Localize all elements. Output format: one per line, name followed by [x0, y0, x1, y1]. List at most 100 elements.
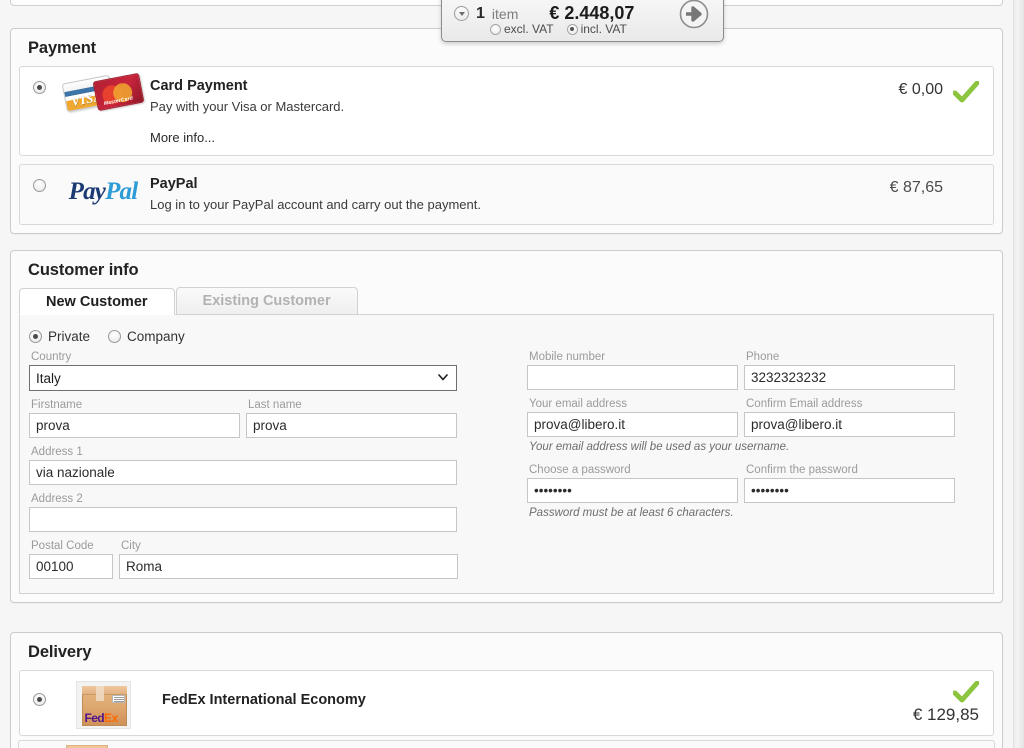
payment-card-check-icon — [953, 81, 979, 103]
password-pair: Choose a password Confirm the password — [527, 463, 960, 503]
fedex-logo-text-b: Ex — [104, 711, 118, 725]
mobile-number-label: Mobile number — [529, 351, 606, 363]
tab-existing-customer[interactable]: Existing Customer — [175, 287, 358, 314]
confirm-password-input[interactable] — [744, 478, 955, 503]
paypal-logo-icon: PayPal — [68, 177, 139, 207]
checkout-page: Payment VISA MasterCard Card Payment Pay… — [0, 0, 1024, 748]
email-username-hint: Your email address will be used as your … — [529, 441, 790, 453]
fedex-box-icon: FedEx — [75, 681, 131, 729]
payment-paypal-radio-cell[interactable] — [20, 165, 58, 192]
form-column-left: Country Italy Firstname prova Last name … — [20, 350, 490, 579]
form-columns: Country Italy Firstname prova Last name … — [20, 350, 993, 579]
customer-type-company-radio[interactable] — [108, 330, 122, 343]
customer-info-panel: Customer info New Customer Existing Cust… — [10, 250, 1003, 603]
delivery-fedex-name: FedEx International Economy — [162, 692, 366, 708]
mini-cart-widget: 1 item € 2.448,07 excl. VAT incl. VAT — [441, 0, 724, 42]
payment-paypal-description: Log in to your PayPal account and carry … — [150, 197, 481, 212]
country-select-wrap[interactable]: Italy — [29, 365, 457, 391]
payment-card-radio[interactable] — [32, 81, 46, 94]
visa-mastercard-logo-cell: VISA MasterCard — [58, 67, 148, 113]
arrow-right-icon[interactable] — [679, 0, 709, 29]
payment-paypal-price-cell: € 87,65 — [803, 165, 993, 207]
customer-type-row: Private Company — [20, 325, 993, 350]
country-label: Country — [31, 351, 72, 363]
new-customer-form: Private Company Country Italy Firstname … — [19, 315, 994, 594]
email-input[interactable] — [527, 412, 738, 437]
payment-card-text: Card Payment Pay with your Visa or Maste… — [148, 67, 803, 155]
visa-mastercard-icon: VISA MasterCard — [61, 72, 145, 113]
phone-input[interactable] — [744, 365, 955, 390]
address1-input[interactable] — [29, 460, 457, 485]
mini-cart-vat-options: excl. VAT incl. VAT — [490, 22, 635, 36]
customer-type-company-label: Company — [127, 329, 185, 344]
chevron-down-icon[interactable] — [454, 6, 469, 21]
fedex-logo-cell: FedEx — [58, 671, 148, 729]
confirm-email-input[interactable] — [744, 412, 955, 437]
email-label: Your email address — [529, 398, 628, 410]
delivery-fedex-text: FedEx International Economy — [148, 671, 803, 720]
postal-city-pair: Postal Code City — [29, 539, 490, 579]
delivery-option-next-partial[interactable] — [18, 740, 995, 748]
form-column-right: Mobile number Phone Your email address — [490, 350, 960, 579]
customer-type-company[interactable]: Company — [108, 329, 185, 344]
customer-type-private-radio[interactable] — [29, 330, 42, 343]
mini-cart-total: € 2.448,07 — [549, 3, 635, 23]
phone-pair: Mobile number Phone — [527, 350, 960, 390]
delivery-fedex-price: € 129,85 — [912, 705, 979, 724]
postal-code-label: Postal Code — [31, 540, 94, 552]
delivery-fedex-radio[interactable] — [32, 693, 46, 706]
choose-password-label: Choose a password — [529, 464, 631, 476]
payment-card-description: Pay with your Visa or Mastercard. — [150, 99, 345, 114]
customer-type-private[interactable]: Private — [29, 329, 90, 344]
lastname-label: Last name — [248, 399, 302, 411]
tab-new-customer[interactable]: New Customer — [19, 288, 175, 315]
fedex-logo-text-a: Fed — [84, 711, 105, 725]
payment-card-radio-cell[interactable] — [20, 67, 58, 94]
firstname-input[interactable] — [29, 413, 240, 438]
delivery-title: Delivery — [28, 643, 92, 661]
delivery-fedex-check-icon — [953, 681, 979, 703]
mini-cart-item-unit: item — [491, 5, 519, 22]
payment-card-more-info-link[interactable]: More info... — [150, 130, 803, 145]
address1-label: Address 1 — [31, 446, 83, 458]
city-input[interactable] — [119, 554, 458, 579]
postal-code-input[interactable] — [29, 554, 113, 579]
payment-option-paypal[interactable]: PayPal PayPal Log in to your PayPal acco… — [19, 164, 994, 225]
customer-info-title: Customer info — [28, 261, 139, 279]
vat-excl-radio[interactable] — [490, 23, 501, 35]
paypal-logo-cell: PayPal — [58, 165, 148, 207]
phone-label: Phone — [746, 351, 780, 363]
payment-panel: Payment VISA MasterCard Card Payment Pay… — [10, 28, 1003, 234]
country-select[interactable]: Italy — [29, 365, 457, 391]
page-scrollbar[interactable] — [1013, 0, 1024, 748]
vat-incl-label: incl. VAT — [580, 22, 627, 36]
vat-incl-radio[interactable] — [566, 23, 578, 35]
mini-cart-item-count: 1 — [476, 4, 485, 22]
customer-info-tabs: New Customer Existing Customer — [19, 287, 994, 315]
payment-option-card[interactable]: VISA MasterCard Card Payment Pay with yo… — [19, 66, 994, 156]
address2-input[interactable] — [29, 507, 457, 532]
email-pair: Your email address Confirm Email address — [527, 397, 960, 437]
vat-option-incl[interactable]: incl. VAT — [566, 22, 627, 36]
delivery-fedex-radio-cell[interactable] — [20, 671, 58, 706]
payment-paypal-price: € 87,65 — [889, 179, 943, 196]
confirm-password-label: Confirm the password — [746, 464, 858, 476]
lastname-input[interactable] — [246, 413, 457, 438]
payment-paypal-name: PayPal — [150, 176, 198, 192]
address2-label: Address 2 — [31, 493, 83, 505]
password-input[interactable] — [527, 478, 738, 503]
paypal-logo-text-b: Pal — [105, 178, 138, 205]
delivery-fedex-price-cell: € 129,85 — [803, 671, 993, 735]
payment-paypal-text: PayPal Log in to your PayPal account and… — [148, 165, 803, 224]
customer-type-private-label: Private — [48, 329, 91, 344]
payment-card-price: € 0,00 — [898, 81, 943, 98]
payment-paypal-radio[interactable] — [32, 179, 46, 192]
confirm-email-label: Confirm Email address — [746, 398, 863, 410]
delivery-option-fedex[interactable]: FedEx FedEx International Economy € 129,… — [19, 670, 994, 736]
paypal-logo-text-a: Pay — [68, 178, 106, 205]
mobile-number-input[interactable] — [527, 365, 738, 390]
payment-card-price-cell: € 0,00 — [803, 67, 993, 113]
payment-card-name: Card Payment — [150, 78, 248, 94]
vat-option-excl[interactable]: excl. VAT — [490, 22, 554, 36]
password-length-hint: Password must be at least 6 characters. — [529, 507, 734, 519]
